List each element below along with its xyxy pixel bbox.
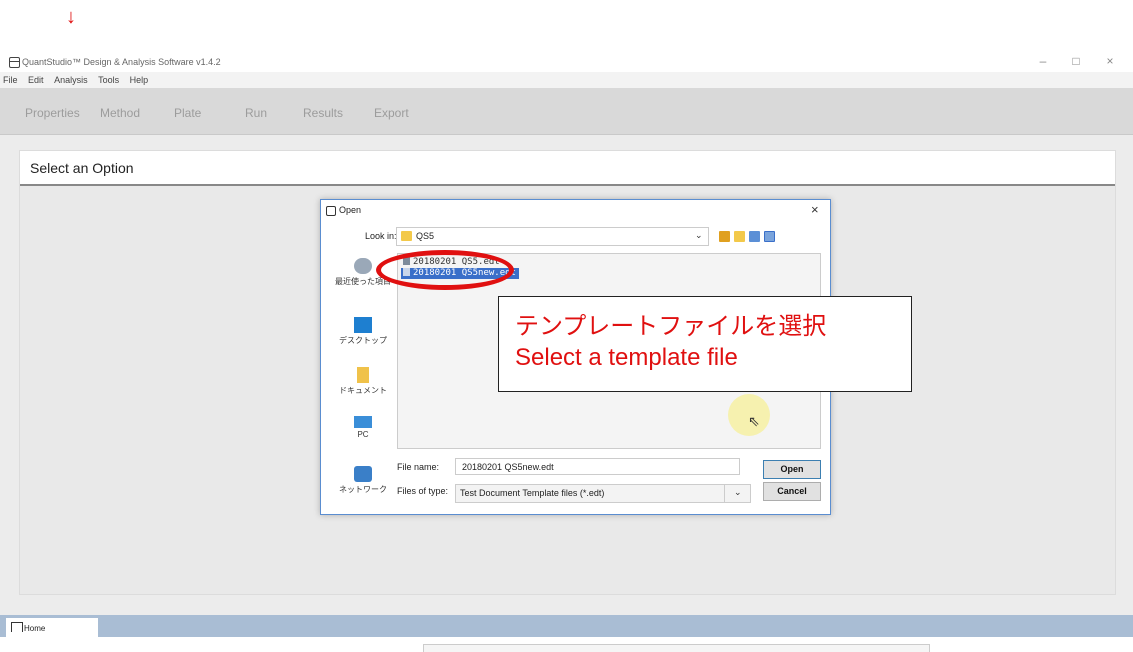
place-desktop[interactable]: デスクトップ (332, 317, 394, 346)
documents-icon (357, 367, 369, 383)
recent-places-icon (354, 258, 372, 274)
combo-divider (724, 485, 725, 502)
place-pc[interactable]: PC (332, 416, 394, 439)
look-in-value: QS5 (416, 231, 435, 241)
file-name-input[interactable]: 20180201 QS5new.edt (455, 458, 740, 475)
menu-analysis[interactable]: Analysis (54, 72, 88, 88)
home-icon (11, 622, 23, 632)
place-network[interactable]: ネットワーク (332, 466, 394, 495)
home-tab[interactable]: Home (6, 618, 98, 637)
cancel-button[interactable]: Cancel (763, 482, 821, 501)
file-icon (403, 257, 410, 265)
look-in-combo[interactable]: QS5 ⌄ (396, 227, 709, 246)
file-item-selected[interactable]: 20180201 QS5new.edt (401, 268, 519, 279)
files-of-type-combo[interactable]: Test Document Template files (*.edt) ⌄ (455, 484, 751, 503)
workflow-nav: Properties Method Plate Run Results Expo… (0, 88, 1133, 135)
maximize-button[interactable]: □ (1066, 54, 1086, 68)
dialog-close-button[interactable]: × (811, 202, 819, 217)
place-recent-label: 最近使った項目 (335, 277, 391, 286)
place-documents[interactable]: ドキュメント (332, 367, 394, 396)
app-icon (9, 57, 20, 68)
place-desktop-label: デスクトップ (339, 336, 387, 345)
callout-line-en: Select a template file (515, 344, 738, 371)
panel-header: Select an Option (20, 151, 1115, 186)
network-icon (354, 466, 372, 482)
up-folder-icon[interactable] (719, 231, 730, 242)
look-in-label: Look in: (365, 231, 397, 241)
window-title: QuantStudio™ Design & Analysis Software … (22, 57, 221, 67)
tab-method[interactable]: Method (100, 106, 140, 120)
callout-line-ja: テンプレートファイルを選択 (515, 313, 827, 340)
tab-results[interactable]: Results (303, 106, 343, 120)
folder-icon (401, 231, 412, 241)
tab-export[interactable]: Export (374, 106, 409, 120)
new-folder-icon[interactable] (734, 231, 745, 242)
desktop-icon (354, 317, 372, 333)
file-item[interactable]: 20180201 QS5.edt (401, 257, 503, 268)
pc-icon (354, 416, 372, 428)
files-of-type-label: Files of type: (397, 486, 449, 496)
menu-edit[interactable]: Edit (28, 72, 44, 88)
place-pc-label: PC (357, 430, 369, 439)
minimize-button[interactable]: – (1033, 54, 1053, 68)
annotation-arrow: ↓ (66, 6, 76, 28)
tab-plate[interactable]: Plate (174, 106, 201, 120)
open-button[interactable]: Open (763, 460, 821, 479)
window-titlebar: QuantStudio™ Design & Analysis Software … (0, 52, 1133, 72)
details-view-icon[interactable] (764, 231, 775, 242)
files-of-type-value: Test Document Template files (*.edt) (460, 488, 605, 498)
tab-run[interactable]: Run (245, 106, 267, 120)
place-documents-label: ドキュメント (339, 386, 387, 395)
menu-help[interactable]: Help (130, 72, 149, 88)
instruction-callout: テンプレートファイルを選択 Select a template file (498, 296, 912, 392)
tab-properties[interactable]: Properties (25, 106, 80, 120)
place-recent[interactable]: 最近使った項目 (332, 258, 394, 287)
dialog-title: Open (339, 205, 362, 215)
place-network-label: ネットワーク (339, 485, 387, 494)
bottom-tab-bar: Home (0, 615, 1133, 637)
home-tab-label: Home (24, 624, 46, 633)
mouse-cursor-icon: ⇖ (748, 413, 760, 429)
file-icon (403, 268, 410, 276)
file-name-label: File name: (397, 462, 440, 472)
close-window-button[interactable]: × (1100, 54, 1120, 68)
list-view-icon[interactable] (749, 231, 760, 242)
file-item-label: 20180201 QS5new.edt (413, 268, 516, 278)
chevron-down-icon: ⌄ (734, 487, 742, 497)
menu-bar: File Edit Analysis Tools Help (0, 72, 1133, 88)
dialog-icon (326, 206, 336, 216)
menu-file[interactable]: File (3, 72, 18, 88)
file-item-label: 20180201 QS5.edt (413, 257, 500, 267)
menu-tools[interactable]: Tools (98, 72, 119, 88)
chevron-down-icon: ⌄ (695, 230, 703, 240)
panel-title: Select an Option (30, 160, 134, 176)
